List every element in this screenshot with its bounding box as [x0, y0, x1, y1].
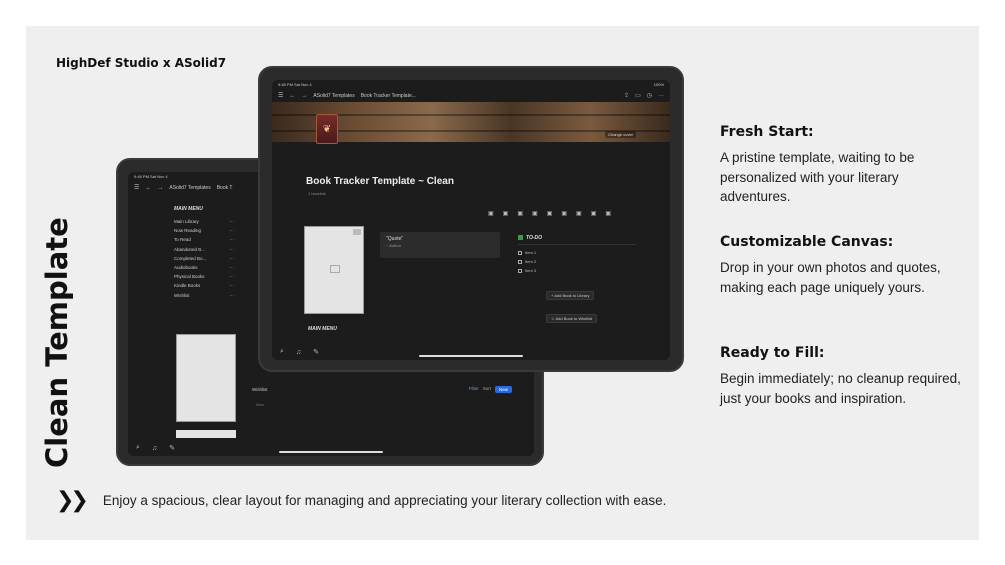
checkbox[interactable]	[518, 268, 522, 273]
checkbox[interactable]	[518, 259, 522, 264]
add-book-library-button[interactable]: + Add Book to Library	[546, 291, 595, 300]
share-icon[interactable]: ⇪	[624, 92, 629, 99]
feature-customizable-canvas: Customizable Canvas: Drop in your own ph…	[720, 234, 970, 297]
tab-wishlist[interactable]: Wishlist	[252, 387, 268, 392]
menu-icon[interactable]: ☰	[134, 184, 139, 191]
checkbox[interactable]	[518, 250, 522, 255]
front-tablet: 9:48 PM Sat Nov 4 100% ☰ ← → ASolid7 Temp…	[258, 66, 684, 372]
footer-tagline: ❯❯ Enjoy a spacious, clear layout for ma…	[56, 488, 666, 513]
front-tablet-screen: 9:48 PM Sat Nov 4 100% ☰ ← → ASolid7 Temp…	[272, 80, 670, 360]
book-icon[interactable]: ▣	[488, 210, 494, 217]
todo-item[interactable]: Item 3	[518, 268, 636, 273]
feature-ready-to-fill: Ready to Fill: Begin immediately; no cle…	[720, 345, 970, 408]
menu-item[interactable]: Physical Books ···	[174, 274, 234, 279]
image-placeholder[interactable]	[176, 334, 236, 422]
resize-handle[interactable]	[353, 229, 361, 235]
feature-text: Drop in your own photos and quotes, maki…	[720, 260, 941, 295]
home-indicator	[419, 355, 523, 357]
breadcrumb-workspace[interactable]: ASolid7 Templates	[313, 93, 354, 99]
main-menu-heading: MAIN MENU	[308, 326, 337, 332]
page-title[interactable]: Book Tracker Template ~ Clean	[306, 176, 454, 187]
kindle-icon[interactable]: ▣	[591, 210, 597, 217]
todo-block: TO-DO Item 1 Item 2 Item 3	[518, 235, 636, 277]
breadcrumb-page[interactable]: Book T	[217, 185, 233, 191]
sort-button[interactable]: Sort	[483, 386, 491, 393]
menu-item[interactable]: Main Library ···	[174, 219, 234, 224]
headphones-icon[interactable]: ▣	[561, 210, 567, 217]
nav-bar: ☰ ← → ASolid7 Templates Book Tracker Tem…	[272, 89, 670, 102]
check-icon[interactable]: ▣	[547, 210, 553, 217]
forward-arrow-icon[interactable]: →	[301, 93, 307, 99]
todo-item[interactable]: Item 1	[518, 250, 636, 255]
book-open-icon[interactable]: ▣	[576, 210, 582, 217]
clock-icon[interactable]: ◷	[647, 92, 652, 99]
feature-title: Customizable Canvas:	[720, 234, 894, 250]
feature-title: Fresh Start:	[720, 124, 814, 140]
menu-icon[interactable]: ☰	[278, 92, 283, 99]
quote-author: ~ Author	[386, 243, 402, 248]
wishlist-toolbar: Wishlist Filter Sort New	[252, 386, 512, 393]
feature-title: Ready to Fill:	[720, 345, 825, 361]
todo-heading: TO-DO	[518, 235, 636, 245]
quote-callout[interactable]: "Quote" ~ Author	[380, 232, 500, 258]
menu-item[interactable]: Now Reading ···	[174, 228, 234, 233]
compose-icon[interactable]: ✎	[169, 444, 175, 452]
double-chevron-right-icon: ❯❯	[56, 488, 89, 513]
breadcrumb-workspace[interactable]: ASolid7 Templates	[169, 185, 210, 191]
new-button[interactable]: New	[494, 386, 512, 393]
feature-text: A pristine template, waiting to be perso…	[720, 150, 915, 204]
menu-item[interactable]: Kindle Books ···	[174, 283, 234, 288]
bell-icon[interactable]: ♫	[296, 349, 301, 356]
menu-item[interactable]: Abandoned B... ···	[174, 247, 234, 252]
change-cover-button[interactable]: Change cover	[605, 131, 636, 138]
bell-icon[interactable]: ♫	[152, 445, 157, 452]
search-icon[interactable]: ⌕	[136, 444, 140, 452]
search-icon[interactable]: ⌕	[280, 348, 284, 356]
menu-item[interactable]: Wishlist ···	[174, 293, 234, 298]
menu-item[interactable]: Completed Bo... ···	[174, 256, 234, 261]
bottom-toolbar: ⌕ ♫ ✎	[272, 344, 670, 360]
todo-item[interactable]: Item 2	[518, 259, 636, 264]
breadcrumb-page[interactable]: Book Tracker Template...	[361, 93, 416, 99]
stack-icon[interactable]: ▣	[532, 210, 538, 217]
home-indicator	[279, 451, 383, 453]
forward-arrow-icon[interactable]: →	[157, 185, 163, 191]
star-icon[interactable]: ▣	[605, 210, 611, 217]
status-bar: 9:48 PM Sat Nov 4 100%	[278, 82, 664, 87]
bookmark-icon[interactable]: ▣	[503, 210, 509, 217]
check-icon	[518, 235, 523, 241]
more-icon[interactable]: ···	[658, 93, 664, 99]
quote-text: "Quote"	[386, 236, 404, 242]
book-icon[interactable]: ❦	[316, 114, 338, 144]
feature-fresh-start: Fresh Start: A pristine template, waitin…	[720, 124, 970, 207]
new-row-button[interactable]: New	[256, 402, 264, 407]
vertical-title: Clean Template	[40, 217, 74, 468]
main-menu-heading: MAIN MENU	[174, 206, 203, 212]
compose-icon[interactable]: ✎	[313, 348, 319, 356]
image-placeholder[interactable]	[304, 226, 364, 314]
brand-label: HighDef Studio x ASolid7	[56, 56, 227, 70]
menu-item[interactable]: To Read ···	[174, 237, 234, 242]
comment-icon[interactable]: ▭	[635, 92, 641, 99]
image-placeholder[interactable]	[176, 430, 236, 438]
add-book-wishlist-button[interactable]: ☆ Add Book to Wishlist	[546, 314, 598, 323]
footer-text: Enjoy a spacious, clear layout for manag…	[102, 493, 667, 508]
back-arrow-icon[interactable]: ←	[289, 93, 295, 99]
backlink[interactable]: 1 backlink	[308, 191, 326, 196]
bottom-toolbar: ⌕ ♫ ✎	[128, 440, 534, 456]
back-arrow-icon[interactable]: ←	[145, 185, 151, 191]
books-icon[interactable]: ▣	[517, 210, 523, 217]
menu-item[interactable]: Audiobooks ···	[174, 265, 234, 270]
filter-button[interactable]: Filter	[469, 386, 479, 393]
image-icon	[330, 265, 340, 273]
main-menu-sidebar: MAIN MENU Main Library ··· Now Reading ···…	[174, 206, 234, 302]
feature-text: Begin immediately; no cleanup required, …	[720, 371, 961, 406]
shortcut-icon-row: ▣ ▣ ▣ ▣ ▣ ▣ ▣ ▣ ▣	[488, 210, 611, 217]
